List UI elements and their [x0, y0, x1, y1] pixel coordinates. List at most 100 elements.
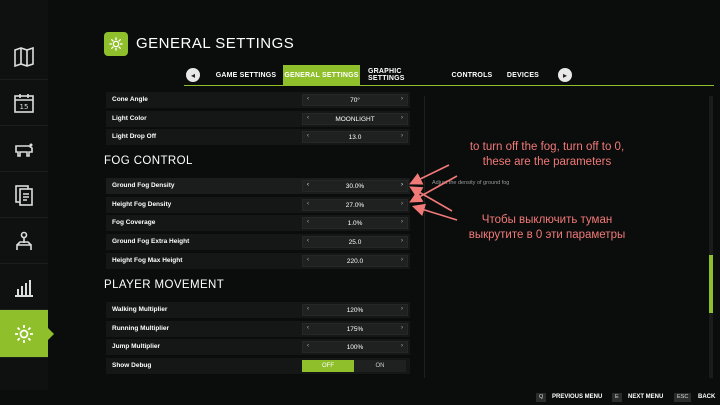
setting-description: Adjust the density of ground fog	[432, 180, 510, 186]
footer-bar: Q PREVIOUS MENU E NEXT MENU ESC BACK	[0, 390, 720, 405]
increase-button[interactable]: ›	[401, 96, 403, 102]
section-title-player-movement: PLAYER MOVEMENT	[104, 279, 225, 291]
sidebar-item-production[interactable]	[0, 218, 48, 264]
increase-button[interactable]: ›	[401, 257, 403, 263]
height-fog-max-height-selector[interactable]: ‹ 220.0 ›	[302, 255, 408, 267]
header-gear-icon	[104, 32, 128, 56]
decrease-button[interactable]: ‹	[307, 238, 309, 244]
increase-button[interactable]: ›	[401, 219, 403, 225]
sidebar: 15	[0, 0, 54, 390]
decrease-button[interactable]: ‹	[307, 182, 309, 188]
setting-row-ground-fog-density[interactable]: Ground Fog Density ‹ 30.0% ›	[106, 178, 410, 194]
increase-button[interactable]: ›	[401, 306, 403, 312]
toggle-on-option[interactable]: ON	[354, 360, 406, 372]
setting-label: Show Debug	[112, 362, 152, 369]
previous-menu-button[interactable]: PREVIOUS MENU	[552, 394, 602, 400]
setting-label: Running Multiplier	[112, 325, 170, 332]
tab-controls[interactable]: CONTROLS	[448, 65, 496, 85]
tab-graphic-settings[interactable]: GRAPHIC SETTINGS	[368, 65, 440, 85]
decrease-button[interactable]: ‹	[307, 325, 309, 331]
statistics-icon	[15, 279, 33, 297]
decrease-button[interactable]: ‹	[307, 201, 309, 207]
sidebar-item-settings[interactable]	[0, 310, 54, 358]
setting-label: Light Drop Off	[112, 133, 157, 140]
setting-value: 100%	[346, 344, 364, 351]
setting-label: Ground Fog Density	[112, 182, 175, 189]
decrease-button[interactable]: ‹	[307, 343, 309, 349]
running-multiplier-selector[interactable]: ‹ 175% ›	[302, 323, 408, 335]
setting-label: Jump Multiplier	[112, 343, 161, 350]
setting-value: 1.0%	[347, 220, 363, 227]
setting-row-height-fog-max-height[interactable]: Height Fog Max Height ‹ 220.0 ›	[106, 253, 410, 269]
height-fog-density-selector[interactable]: ‹ 27.0% ›	[302, 199, 408, 211]
tab-bar: ◂ GAME SETTINGS GENERAL SETTINGS GRAPHIC…	[184, 65, 714, 86]
page-title: GENERAL SETTINGS	[136, 35, 295, 52]
increase-button[interactable]: ›	[401, 238, 403, 244]
jump-multiplier-selector[interactable]: ‹ 100% ›	[302, 341, 408, 353]
setting-value: 30.0%	[345, 183, 365, 190]
setting-label: Ground Fog Extra Height	[112, 238, 190, 245]
arrow-to-ground-fog-bottom	[409, 186, 453, 212]
tab-next-button[interactable]: ▸	[558, 68, 572, 82]
increase-button[interactable]: ›	[401, 133, 403, 139]
increase-button[interactable]: ›	[401, 182, 403, 188]
setting-row-height-fog-density[interactable]: Height Fog Density ‹ 27.0% ›	[106, 197, 410, 213]
tab-general-settings[interactable]: GENERAL SETTINGS	[283, 65, 360, 85]
increase-button[interactable]: ›	[401, 325, 403, 331]
next-menu-button[interactable]: NEXT MENU	[628, 394, 663, 400]
setting-label: Height Fog Density	[112, 201, 172, 208]
increase-button[interactable]: ›	[401, 343, 403, 349]
cone-angle-selector[interactable]: ‹ 70° ›	[302, 94, 408, 106]
show-debug-toggle[interactable]: OFF ON	[302, 360, 406, 372]
setting-value: 25.0	[348, 239, 362, 246]
setting-label: Walking Multiplier	[112, 306, 168, 313]
tab-prev-button[interactable]: ◂	[186, 68, 200, 82]
light-drop-off-selector[interactable]: ‹ 13.0 ›	[302, 131, 408, 143]
fog-coverage-selector[interactable]: ‹ 1.0% ›	[302, 217, 408, 229]
scrollbar-thumb[interactable]	[709, 255, 713, 313]
sidebar-item-statistics[interactable]	[0, 264, 48, 310]
setting-row-running-multiplier[interactable]: Running Multiplier ‹ 175% ›	[106, 321, 410, 337]
tab-game-settings[interactable]: GAME SETTINGS	[214, 65, 278, 85]
setting-row-light-drop-off[interactable]: Light Drop Off ‹ 13.0 ›	[106, 129, 410, 145]
sidebar-item-calendar[interactable]: 15	[0, 80, 48, 126]
setting-value: 27.0%	[345, 202, 365, 209]
svg-text:15: 15	[20, 103, 29, 111]
production-icon	[16, 231, 32, 250]
decrease-button[interactable]: ‹	[307, 96, 309, 102]
panel-divider	[424, 96, 425, 378]
decrease-button[interactable]: ‹	[307, 133, 309, 139]
decrease-button[interactable]: ‹	[307, 306, 309, 312]
setting-row-show-debug[interactable]: Show Debug OFF ON	[106, 358, 410, 374]
ground-fog-density-selector[interactable]: ‹ 30.0% ›	[302, 180, 408, 192]
sidebar-item-map[interactable]	[0, 34, 48, 80]
setting-row-walking-multiplier[interactable]: Walking Multiplier ‹ 120% ›	[106, 302, 410, 318]
scrollbar-track[interactable]	[709, 96, 713, 378]
setting-row-fog-coverage[interactable]: Fog Coverage ‹ 1.0% ›	[106, 215, 410, 231]
setting-label: Cone Angle	[112, 96, 148, 103]
back-button[interactable]: BACK	[698, 394, 715, 400]
setting-row-cone-angle[interactable]: Cone Angle ‹ 70° ›	[106, 92, 410, 108]
tab-devices[interactable]: DEVICES	[504, 65, 542, 85]
setting-label: Fog Coverage	[112, 219, 156, 226]
key-e: E	[612, 393, 622, 402]
setting-row-light-color[interactable]: Light Color ‹ MOONLIGHT ›	[106, 111, 410, 127]
decrease-button[interactable]: ‹	[307, 115, 309, 121]
toggle-off-option[interactable]: OFF	[302, 360, 354, 372]
decrease-button[interactable]: ‹	[307, 219, 309, 225]
key-esc: ESC	[674, 393, 692, 402]
setting-value: 220.0	[346, 258, 364, 265]
ground-fog-extra-height-selector[interactable]: ‹ 25.0 ›	[302, 236, 408, 248]
setting-row-jump-multiplier[interactable]: Jump Multiplier ‹ 100% ›	[106, 339, 410, 355]
increase-button[interactable]: ›	[401, 115, 403, 121]
sidebar-item-contracts[interactable]	[0, 172, 48, 218]
walking-multiplier-selector[interactable]: ‹ 120% ›	[302, 304, 408, 316]
sidebar-item-animals[interactable]	[0, 126, 48, 172]
contracts-icon	[15, 184, 33, 206]
decrease-button[interactable]: ‹	[307, 257, 309, 263]
setting-value: 120%	[346, 307, 364, 314]
increase-button[interactable]: ›	[401, 201, 403, 207]
annotation-english: to turn off the fog, turn off to 0, thes…	[469, 141, 625, 168]
setting-row-ground-fog-extra-height[interactable]: Ground Fog Extra Height ‹ 25.0 ›	[106, 234, 410, 250]
light-color-selector[interactable]: ‹ MOONLIGHT ›	[302, 113, 408, 125]
